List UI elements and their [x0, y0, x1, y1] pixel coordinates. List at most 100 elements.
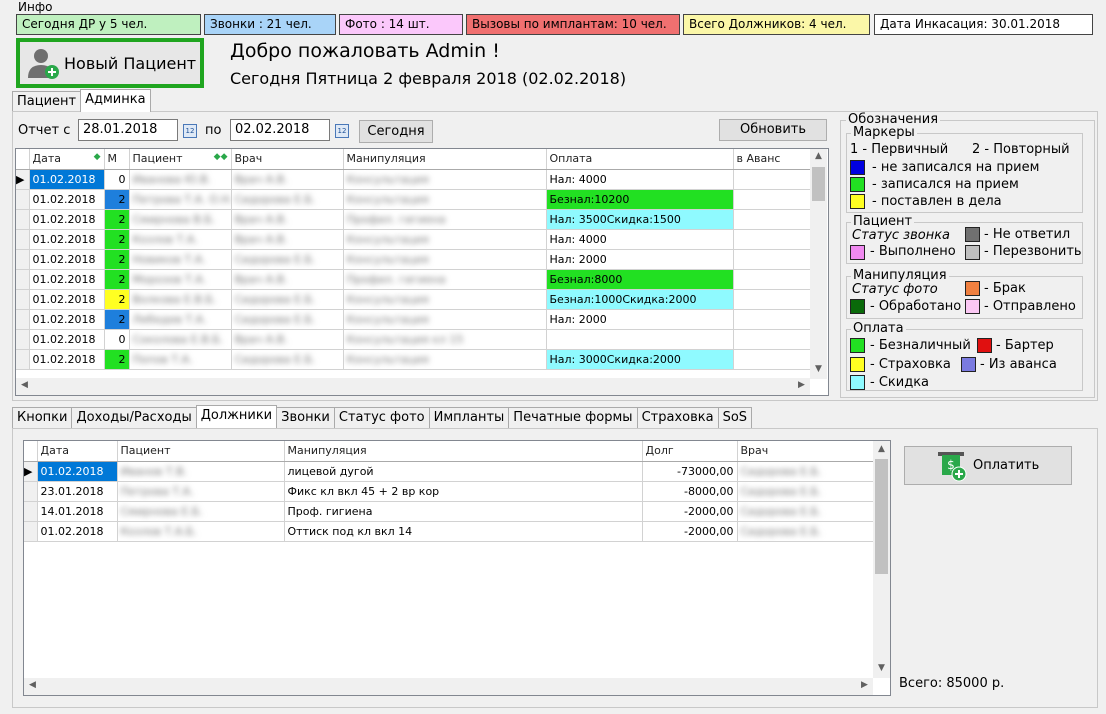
cell-doctor[interactable]: Сидорова Е.Б.	[737, 481, 874, 502]
table-row[interactable]: 01.02.2018 2 Волкова Е.В.Б. Сидорова Е.Б. Ко…	[16, 289, 812, 310]
cell-advance[interactable]	[733, 169, 812, 190]
cell-marker[interactable]: 2	[104, 209, 130, 230]
today-button[interactable]: Сегодня	[359, 120, 433, 143]
cell-doctor[interactable]: Врач А.В.	[231, 169, 344, 190]
cell-patient[interactable]: Петрова Т.А.	[117, 481, 285, 502]
table-row[interactable]: 01.02.2018 0 Соколова Е.В.Б. Врач А.В. Консу…	[16, 329, 812, 350]
cell-advance[interactable]	[733, 289, 812, 310]
cell-marker[interactable]: 2	[104, 349, 130, 370]
cell-payment[interactable]: Нал: 4000	[546, 169, 734, 190]
cell-manipulation[interactable]: Консультация	[343, 189, 547, 210]
cell-payment[interactable]: Нал: 2000	[546, 249, 734, 270]
col-manipulation[interactable]: Манипуляция	[343, 149, 547, 170]
cell-patient[interactable]: Лебедев Т.А.	[129, 309, 232, 330]
cell-manipulation[interactable]: Консультация кл 15	[343, 329, 547, 350]
cell-payment[interactable]	[546, 329, 734, 350]
scroll-right-icon[interactable]: ▶	[856, 680, 873, 690]
date-to-input[interactable]: 02.02.2018	[230, 119, 330, 141]
table-row[interactable]: ▶ 01.02.2018 Иванов Т.В. лицевой дугой -7300…	[24, 461, 874, 482]
cell-payment[interactable]: Нал: 4000	[546, 229, 734, 250]
cell-doctor[interactable]: Сидорова Е.Б.	[231, 189, 344, 210]
row-header[interactable]	[16, 269, 30, 290]
cell-date[interactable]: 01.02.2018	[37, 521, 118, 542]
cell-advance[interactable]	[733, 189, 812, 210]
table-row[interactable]: 01.02.2018 2 Новиков Т.А. Сидорова Е.Б. Конс…	[16, 249, 812, 270]
implant-calls-chip[interactable]: Вызовы по имплантам: 10 чел.	[466, 14, 680, 35]
report-vscroll[interactable]: ▲ ▼	[810, 149, 827, 379]
cell-doctor[interactable]: Сидорова Е.Б.	[231, 309, 344, 330]
cell-advance[interactable]	[733, 309, 812, 330]
cell-marker[interactable]: 2	[104, 189, 130, 210]
debtors-chip[interactable]: Всего Должников: 4 чел.	[683, 14, 870, 35]
col-doctor[interactable]: Врач	[737, 441, 874, 462]
new-patient-button[interactable]: Новый Пациент	[16, 38, 204, 88]
tab-bottom-5[interactable]: Импланты	[428, 407, 510, 428]
row-header[interactable]	[16, 289, 30, 310]
cell-patient[interactable]: Смирнова В.Б.	[129, 209, 232, 230]
refresh-button[interactable]: Обновить	[719, 119, 827, 141]
row-header[interactable]	[16, 329, 30, 350]
table-row[interactable]: 01.02.2018 2 Петрова Т.А. О.Н. Сидорова Е.Б…	[16, 189, 812, 210]
cell-date[interactable]: 01.02.2018	[29, 169, 105, 190]
cell-manipulation[interactable]: Консультация	[343, 349, 547, 370]
col-patient[interactable]: Пациент ◆◆	[129, 149, 232, 170]
cell-date[interactable]: 01.02.2018	[29, 309, 105, 330]
tab-bottom-2[interactable]: Должники	[195, 405, 278, 428]
tab-patient[interactable]: Пациент	[12, 91, 82, 112]
scroll-down-icon[interactable]: ▼	[810, 364, 827, 374]
cell-date[interactable]: 01.02.2018	[29, 349, 105, 370]
cell-marker[interactable]: 2	[104, 229, 130, 250]
scroll-left-icon[interactable]: ◀	[24, 680, 41, 690]
cell-patient[interactable]: Новиков Т.А.	[129, 249, 232, 270]
cell-patient[interactable]: Козлов Т.А.	[129, 229, 232, 250]
cell-doctor[interactable]: Сидорова Е.Б.	[737, 521, 874, 542]
col-manipulation[interactable]: Манипуляция	[284, 441, 643, 462]
cell-manipulation[interactable]: Консультация	[343, 169, 547, 190]
cell-debt[interactable]: -2000,00	[642, 521, 738, 542]
scroll-right-icon[interactable]: ▶	[793, 380, 810, 390]
row-header[interactable]	[16, 189, 30, 210]
col-marker[interactable]: М	[104, 149, 130, 170]
cell-date[interactable]: 14.01.2018	[37, 501, 118, 522]
pay-button[interactable]: $ Оплатить	[904, 446, 1072, 485]
cell-doctor[interactable]: Сидорова Е.Б.	[231, 349, 344, 370]
cell-doctor[interactable]: Врач А.В.	[231, 329, 344, 350]
col-date[interactable]: Дата ◆	[29, 149, 105, 170]
cell-advance[interactable]	[733, 249, 812, 270]
date-from-input[interactable]: 28.01.2018	[78, 119, 178, 141]
tab-bottom-6[interactable]: Печатные формы	[508, 407, 638, 428]
cell-payment[interactable]: Безнал:10200	[546, 189, 734, 210]
calendar-icon[interactable]: 12	[335, 124, 349, 138]
cell-doctor[interactable]: Сидорова Е.Б.	[231, 249, 344, 270]
cell-payment[interactable]: Нал: 3500Скидка:1500	[546, 209, 734, 230]
cell-payment[interactable]: Безнал:1000Скидка:2000	[546, 289, 734, 310]
tab-bottom-3[interactable]: Звонки	[276, 407, 335, 428]
cell-marker[interactable]: 2	[104, 289, 130, 310]
cell-manipulation[interactable]: Профил. гигиена	[343, 209, 547, 230]
col-date[interactable]: Дата	[37, 441, 118, 462]
calls-chip[interactable]: Звонки : 21 чел.	[204, 14, 336, 35]
cell-marker[interactable]: 2	[104, 249, 130, 270]
scroll-up-icon[interactable]: ▲	[810, 151, 827, 161]
cell-debt[interactable]: -2000,00	[642, 501, 738, 522]
table-row[interactable]: 01.02.2018 2 Лебедев Т.А. Сидорова Е.Б. Конс…	[16, 309, 812, 330]
cell-patient[interactable]: Морозов Т.А.	[129, 269, 232, 290]
row-header[interactable]	[16, 229, 30, 250]
table-row[interactable]: 01.02.2018 Козлов Т.А.Б. Оттиск под кл вкл…	[24, 521, 874, 542]
cell-date[interactable]: 01.02.2018	[29, 289, 105, 310]
row-header[interactable]: ▶	[16, 169, 30, 190]
tab-admin[interactable]: Админка	[80, 89, 151, 112]
cell-date[interactable]: 23.01.2018	[37, 481, 118, 502]
row-header[interactable]	[24, 521, 38, 542]
scroll-thumb[interactable]	[812, 167, 825, 201]
scroll-left-icon[interactable]: ◀	[16, 380, 33, 390]
cell-manipulation[interactable]: Консультация	[343, 229, 547, 250]
cell-advance[interactable]	[733, 269, 812, 290]
cell-patient[interactable]: Козлов Т.А.Б.	[117, 521, 285, 542]
table-row[interactable]: 14.01.2018 Смирнова Е.Б. Проф. гигиена -200…	[24, 501, 874, 522]
scroll-thumb[interactable]	[875, 459, 888, 574]
birthday-chip[interactable]: Сегодня ДР у 5 чел.	[16, 14, 201, 35]
cell-manipulation[interactable]: Профил. гигиена	[343, 269, 547, 290]
cell-debt[interactable]: -8000,00	[642, 481, 738, 502]
tab-bottom-0[interactable]: Кнопки	[12, 407, 73, 428]
